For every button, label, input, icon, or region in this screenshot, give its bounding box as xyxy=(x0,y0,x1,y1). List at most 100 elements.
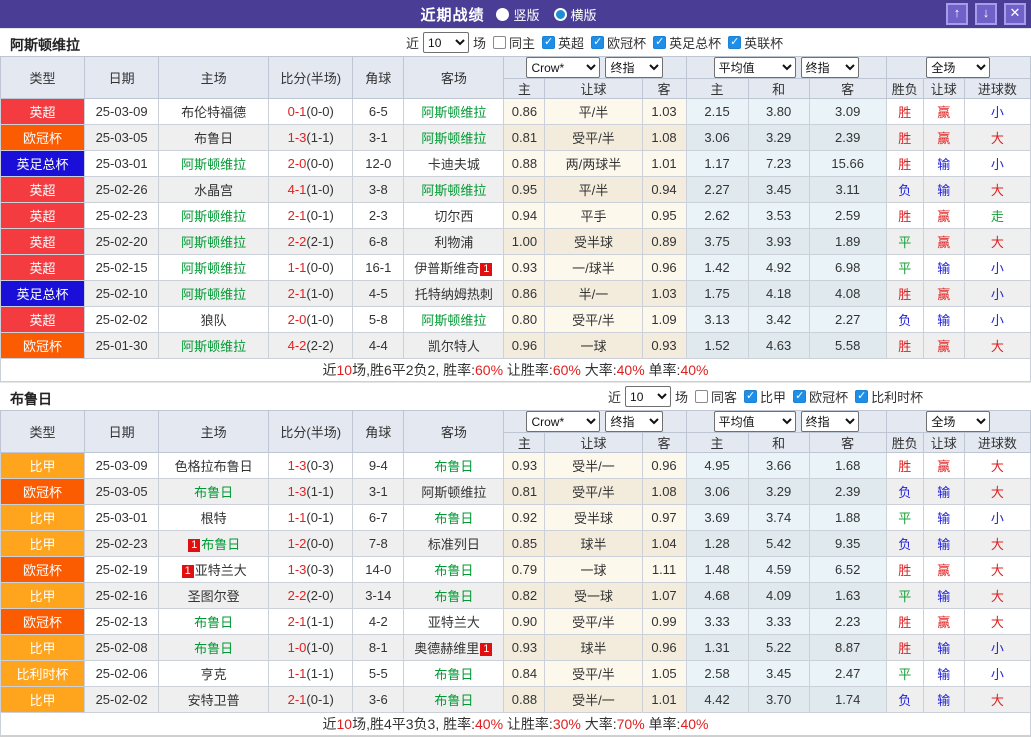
league-badge: 欧冠杯 xyxy=(1,125,85,151)
home-team[interactable]: 狼队 xyxy=(201,313,227,328)
home-team[interactable]: 根特 xyxy=(201,511,227,526)
odds-handicap: 受平/半 xyxy=(545,479,642,505)
league-checkbox-0[interactable] xyxy=(744,390,757,403)
home-team[interactable]: 安特卫普 xyxy=(188,693,240,708)
crow-final-select[interactable]: 终指 xyxy=(605,411,663,432)
home-team[interactable]: 布鲁日 xyxy=(194,641,233,656)
away-team[interactable]: 利物浦 xyxy=(434,235,473,250)
home-team[interactable]: 阿斯顿维拉 xyxy=(181,339,246,354)
avg-home: 2.27 xyxy=(686,177,748,203)
avg-draw: 5.42 xyxy=(748,531,809,557)
league-checkbox-2[interactable] xyxy=(653,36,666,49)
fulltime-score: 1-3 xyxy=(288,562,307,577)
score-cell: 2-2(2-1) xyxy=(269,229,353,255)
summary-row: 近10场,胜4平3负3, 胜率:40% 让胜率:30% 大率:70% 单率:40… xyxy=(1,713,1031,736)
fulltime-score: 1-3 xyxy=(288,484,307,499)
away-team[interactable]: 卡迪夫城 xyxy=(428,157,480,172)
league-checkbox-2[interactable] xyxy=(855,390,868,403)
league-checkbox-0[interactable] xyxy=(542,36,555,49)
layout-radio-vertical[interactable]: 竖版 xyxy=(496,5,539,24)
away-team-cell: 布鲁日 xyxy=(404,687,504,713)
move-down-button[interactable]: ↓ xyxy=(975,3,997,25)
crow-odds-select[interactable]: Crow* xyxy=(526,411,600,432)
league-checkbox-label: 英超 xyxy=(558,33,584,52)
odds-away: 1.11 xyxy=(642,557,686,583)
away-team[interactable]: 布鲁日 xyxy=(434,563,473,578)
away-team[interactable]: 伊普斯维奇 xyxy=(414,261,479,276)
league-badge: 欧冠杯 xyxy=(1,557,85,583)
away-team[interactable]: 亚特兰大 xyxy=(428,615,480,630)
result-goals: 小 xyxy=(964,505,1030,531)
close-button[interactable]: ✕ xyxy=(1004,3,1026,25)
odds-handicap: 球半 xyxy=(545,635,642,661)
away-team[interactable]: 布鲁日 xyxy=(434,693,473,708)
home-team[interactable]: 布鲁日 xyxy=(201,537,240,552)
home-team[interactable]: 阿斯顿维拉 xyxy=(181,287,246,302)
avg-draw: 3.74 xyxy=(748,505,809,531)
result-outcome: 平 xyxy=(886,583,923,609)
full-match-group: 全场 xyxy=(886,411,1030,433)
avg-draw: 3.33 xyxy=(748,609,809,635)
crow-odds-select[interactable]: Crow* xyxy=(526,57,600,78)
halftime-score: (1-1) xyxy=(306,130,333,145)
league-checkbox-3[interactable] xyxy=(728,36,741,49)
home-team[interactable]: 布鲁日 xyxy=(194,485,233,500)
away-team[interactable]: 布鲁日 xyxy=(434,459,473,474)
avg-final-select[interactable]: 终指 xyxy=(801,57,859,78)
home-team[interactable]: 亨克 xyxy=(201,667,227,682)
odds-handicap: 受半/一 xyxy=(545,453,642,479)
home-team[interactable]: 亚特兰大 xyxy=(195,563,247,578)
away-team[interactable]: 切尔西 xyxy=(434,209,473,224)
league-checkbox-1[interactable] xyxy=(591,36,604,49)
avg-away: 15.66 xyxy=(809,151,886,177)
away-team[interactable]: 布鲁日 xyxy=(434,667,473,682)
avg-odds-select[interactable]: 平均值 xyxy=(714,57,796,78)
home-team[interactable]: 布鲁日 xyxy=(194,131,233,146)
home-team[interactable]: 阿斯顿维拉 xyxy=(181,261,246,276)
radio-label: 竖版 xyxy=(513,5,539,24)
avg-away: 3.11 xyxy=(809,177,886,203)
home-team[interactable]: 阿斯顿维拉 xyxy=(181,235,246,250)
away-team[interactable]: 布鲁日 xyxy=(434,511,473,526)
same-venue-checkbox[interactable] xyxy=(493,36,506,49)
team-name: 布鲁日 xyxy=(10,389,52,409)
full-match-select[interactable]: 全场 xyxy=(926,57,990,78)
score-cell: 2-1(0-1) xyxy=(269,687,353,713)
home-team[interactable]: 阿斯顿维拉 xyxy=(181,209,246,224)
match-count-select[interactable]: 10 xyxy=(625,386,671,407)
result-goals: 大 xyxy=(964,687,1030,713)
crow-final-select[interactable]: 终指 xyxy=(605,57,663,78)
away-team[interactable]: 阿斯顿维拉 xyxy=(421,131,486,146)
match-count-select[interactable]: 10 xyxy=(423,32,469,53)
home-team[interactable]: 阿斯顿维拉 xyxy=(181,157,246,172)
avg-away: 2.59 xyxy=(809,203,886,229)
avg-final-select[interactable]: 终指 xyxy=(801,411,859,432)
away-team[interactable]: 阿斯顿维拉 xyxy=(421,105,486,120)
away-team[interactable]: 阿斯顿维拉 xyxy=(421,313,486,328)
home-team[interactable]: 布伦特福德 xyxy=(181,105,246,120)
league-checkbox-1[interactable] xyxy=(793,390,806,403)
away-team[interactable]: 标准列日 xyxy=(428,537,480,552)
home-team[interactable]: 布鲁日 xyxy=(194,615,233,630)
away-team[interactable]: 凯尔特人 xyxy=(428,339,480,354)
away-team[interactable]: 奥德赫维里 xyxy=(414,641,479,656)
odds-home: 0.92 xyxy=(504,505,545,531)
home-team[interactable]: 圣图尔登 xyxy=(188,589,240,604)
home-team[interactable]: 色格拉布鲁日 xyxy=(175,459,253,474)
same-venue-checkbox[interactable] xyxy=(695,390,708,403)
avg-away: 1.89 xyxy=(809,229,886,255)
halftime-score: (0-3) xyxy=(306,458,333,473)
away-team[interactable]: 阿斯顿维拉 xyxy=(421,485,486,500)
away-team[interactable]: 布鲁日 xyxy=(434,589,473,604)
match-date: 25-02-02 xyxy=(85,307,159,333)
full-match-select[interactable]: 全场 xyxy=(926,411,990,432)
avg-odds-select[interactable]: 平均值 xyxy=(714,411,796,432)
match-date: 25-02-16 xyxy=(85,583,159,609)
away-team[interactable]: 托特纳姆热刺 xyxy=(415,287,493,302)
layout-radio-horizontal[interactable]: 横版 xyxy=(554,5,597,24)
home-team[interactable]: 水晶宫 xyxy=(194,183,233,198)
avg-away: 2.27 xyxy=(809,307,886,333)
away-team[interactable]: 阿斯顿维拉 xyxy=(421,183,486,198)
move-up-button[interactable]: ↑ xyxy=(946,3,968,25)
result-outcome: 平 xyxy=(886,661,923,687)
